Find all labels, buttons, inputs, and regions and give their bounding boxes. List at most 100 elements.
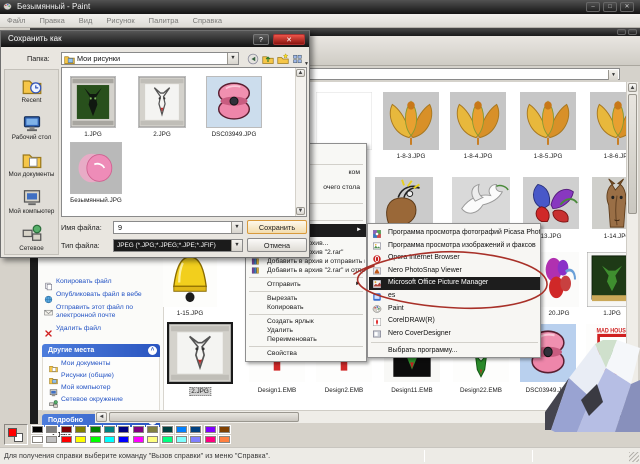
dialog-file-label[interactable]: 2.JPG — [153, 131, 171, 138]
folder-dropdown-icon[interactable]: ▼ — [227, 53, 238, 64]
file-thumbnail-1-8-5.JPG[interactable] — [520, 92, 576, 150]
menu-item[interactable]: Свойства — [247, 349, 365, 358]
file-thumbnail-fist[interactable] — [375, 177, 433, 229]
other-places-header[interactable]: Другие места ˄ — [42, 344, 160, 357]
open-with-item-7[interactable]: CorelDRAW(R) — [369, 315, 540, 328]
filetype-dropdown-icon[interactable]: ▼ — [231, 240, 242, 251]
dialog-file-label[interactable]: Безымянный.JPG — [70, 197, 122, 204]
dialog-file-thumbnail-DSC03949.JPG[interactable] — [206, 76, 262, 128]
file-label[interactable]: 13.JPG — [541, 233, 562, 240]
task-link-label[interactable]: Копировать файл — [56, 278, 112, 286]
file-label[interactable]: 20.JPG — [549, 310, 570, 317]
cancel-button[interactable]: Отмена — [247, 238, 307, 252]
palette-color-swatch[interactable] — [103, 425, 116, 434]
menu-item[interactable]: Удалить — [247, 326, 365, 335]
dialog-file-label[interactable]: DSC03949.JPG — [212, 131, 257, 138]
palette-color-swatch[interactable] — [160, 435, 174, 444]
hscroll-thumb[interactable] — [109, 412, 299, 422]
open-with-item-4[interactable]: Microsoft Office Picture Manager — [369, 277, 540, 290]
palette-color-swatch[interactable] — [59, 425, 73, 434]
open-with-item-1[interactable]: Программа просмотра изображений и факсов — [369, 240, 540, 253]
palette-color-swatch[interactable] — [117, 425, 131, 434]
place-link-label[interactable]: Рисунки (общие) — [61, 372, 114, 380]
file-label[interactable]: 1.JPG — [603, 310, 621, 317]
paint-titlebar[interactable]: Безымянный - Paint – □ ✕ — [0, 0, 640, 14]
menu-item[interactable]: Вырезать — [247, 294, 365, 303]
folder-combobox[interactable]: Мои рисунки ▼ — [61, 52, 239, 65]
place-recent[interactable]: Recent — [5, 76, 58, 104]
minimize-icon[interactable]: – — [586, 2, 600, 12]
dialog-file-label[interactable]: 1.JPG — [84, 131, 102, 138]
file-thumbnail-1-8-6.JPG[interactable] — [590, 92, 626, 150]
dialog-file-thumbnail-Безымянный.JPG[interactable] — [70, 142, 122, 194]
place-mydocs[interactable]: Мои документы — [5, 150, 58, 178]
open-with-item-5[interactable]: es — [369, 290, 540, 303]
palette-color-swatch[interactable] — [203, 435, 217, 444]
palette-color-swatch[interactable] — [160, 425, 174, 434]
file-label[interactable]: 1-8-5.JPG — [534, 153, 563, 160]
file-thumbnail-1.JPG[interactable] — [587, 252, 626, 307]
menu-item-fragment[interactable]: очего стола — [323, 184, 360, 191]
file-thumbnail-1-14.JPG[interactable] — [592, 177, 626, 229]
task-link-mail[interactable]: Отправить этот файл по электронной почте — [44, 304, 160, 322]
file-label[interactable]: 1-14.JPG — [604, 233, 626, 240]
palette-color-swatch[interactable] — [103, 435, 116, 444]
open-with-item-2[interactable]: Opera Internet Browser — [369, 252, 540, 265]
menu-справка[interactable]: Справка — [186, 14, 229, 28]
file-thumbnail-blank[interactable] — [316, 92, 372, 150]
open-with-item-6[interactable]: Paint — [369, 303, 540, 316]
file-label[interactable]: Design1.EMB — [258, 387, 297, 394]
menu-item[interactable]: Отправить ► — [247, 280, 365, 289]
file-thumbnail-13.JPG[interactable] — [523, 177, 579, 229]
file-label[interactable]: 1-8-6.JPG — [604, 153, 626, 160]
palette-color-swatch[interactable] — [117, 435, 131, 444]
address-dropdown-icon[interactable]: ▼ — [608, 70, 618, 80]
palette-color-swatch[interactable] — [175, 435, 188, 444]
save-button[interactable]: Сохранить — [247, 220, 307, 234]
palette-color-swatch[interactable] — [146, 425, 160, 434]
palette-color-swatch[interactable] — [31, 435, 44, 444]
menu-item[interactable]: Копировать — [247, 303, 365, 312]
close-icon[interactable]: ✕ — [273, 33, 305, 45]
explorer-window-button[interactable] — [617, 29, 626, 35]
filetype-combobox[interactable]: JPEG (*.JPG;*.JPEG;*.JPE;*.JFIF) ▼ — [113, 239, 243, 252]
palette-color-swatch[interactable] — [59, 435, 73, 444]
place-network[interactable]: Сетевое — [5, 224, 58, 252]
file-label[interactable]: 2.JPG — [189, 387, 211, 396]
file-label[interactable]: Design2.EMB — [325, 387, 364, 394]
palette-color-swatch[interactable] — [218, 435, 232, 444]
palette-color-swatch[interactable] — [88, 425, 102, 434]
close-icon[interactable]: ✕ — [620, 2, 634, 12]
task-link-label[interactable]: Удалить файл — [56, 325, 101, 333]
scroll-left-icon[interactable]: ◄ — [96, 412, 107, 422]
new-folder-icon[interactable] — [277, 52, 289, 70]
palette-color-swatch[interactable] — [218, 425, 232, 434]
menu-правка[interactable]: Правка — [32, 14, 71, 28]
back-icon[interactable] — [247, 52, 259, 70]
task-link-label[interactable]: Отправить этот файл по электронной почте — [56, 304, 133, 320]
file-label[interactable]: 1-8-4.JPG — [464, 153, 493, 160]
menu-item[interactable]: Добавить в архив и отправить по e-mail..… — [247, 257, 365, 266]
place-desktop[interactable]: Рабочий стол — [5, 113, 58, 141]
file-label[interactable]: Design11.EMB — [391, 387, 433, 394]
open-with-item-3[interactable]: Nero PhotoSnap Viewer — [369, 265, 540, 278]
palette-color-swatch[interactable] — [131, 425, 145, 434]
views-icon[interactable]: ▼ — [292, 52, 309, 70]
filename-input[interactable]: 9 ▼ — [113, 221, 243, 234]
up-folder-icon[interactable] — [262, 52, 274, 70]
palette-color-swatch[interactable] — [189, 435, 203, 444]
menu-файл[interactable]: Файл — [0, 14, 32, 28]
scroll-down-icon[interactable]: ▼ — [296, 207, 305, 215]
palette-color-swatch[interactable] — [45, 435, 59, 444]
open-with-item-0[interactable]: Программа просмотра фотографий Picasa Ph… — [369, 227, 540, 240]
menu-item[interactable]: Создать ярлык — [247, 317, 365, 326]
maximize-icon[interactable]: □ — [603, 2, 617, 12]
help-icon[interactable]: ? — [253, 33, 269, 45]
dialog-file-thumbnail-2.JPG[interactable] — [138, 76, 186, 128]
file-label[interactable]: 1-15.JPG — [177, 310, 204, 317]
place-mycomp[interactable]: Мой компьютер — [5, 187, 58, 215]
file-thumbnail-dove[interactable] — [452, 177, 510, 229]
file-thumbnail-2.JPG[interactable] — [167, 322, 233, 384]
task-link-del[interactable]: Удалить файл — [44, 325, 160, 343]
file-thumbnail-1-8-4.JPG[interactable] — [450, 92, 506, 150]
